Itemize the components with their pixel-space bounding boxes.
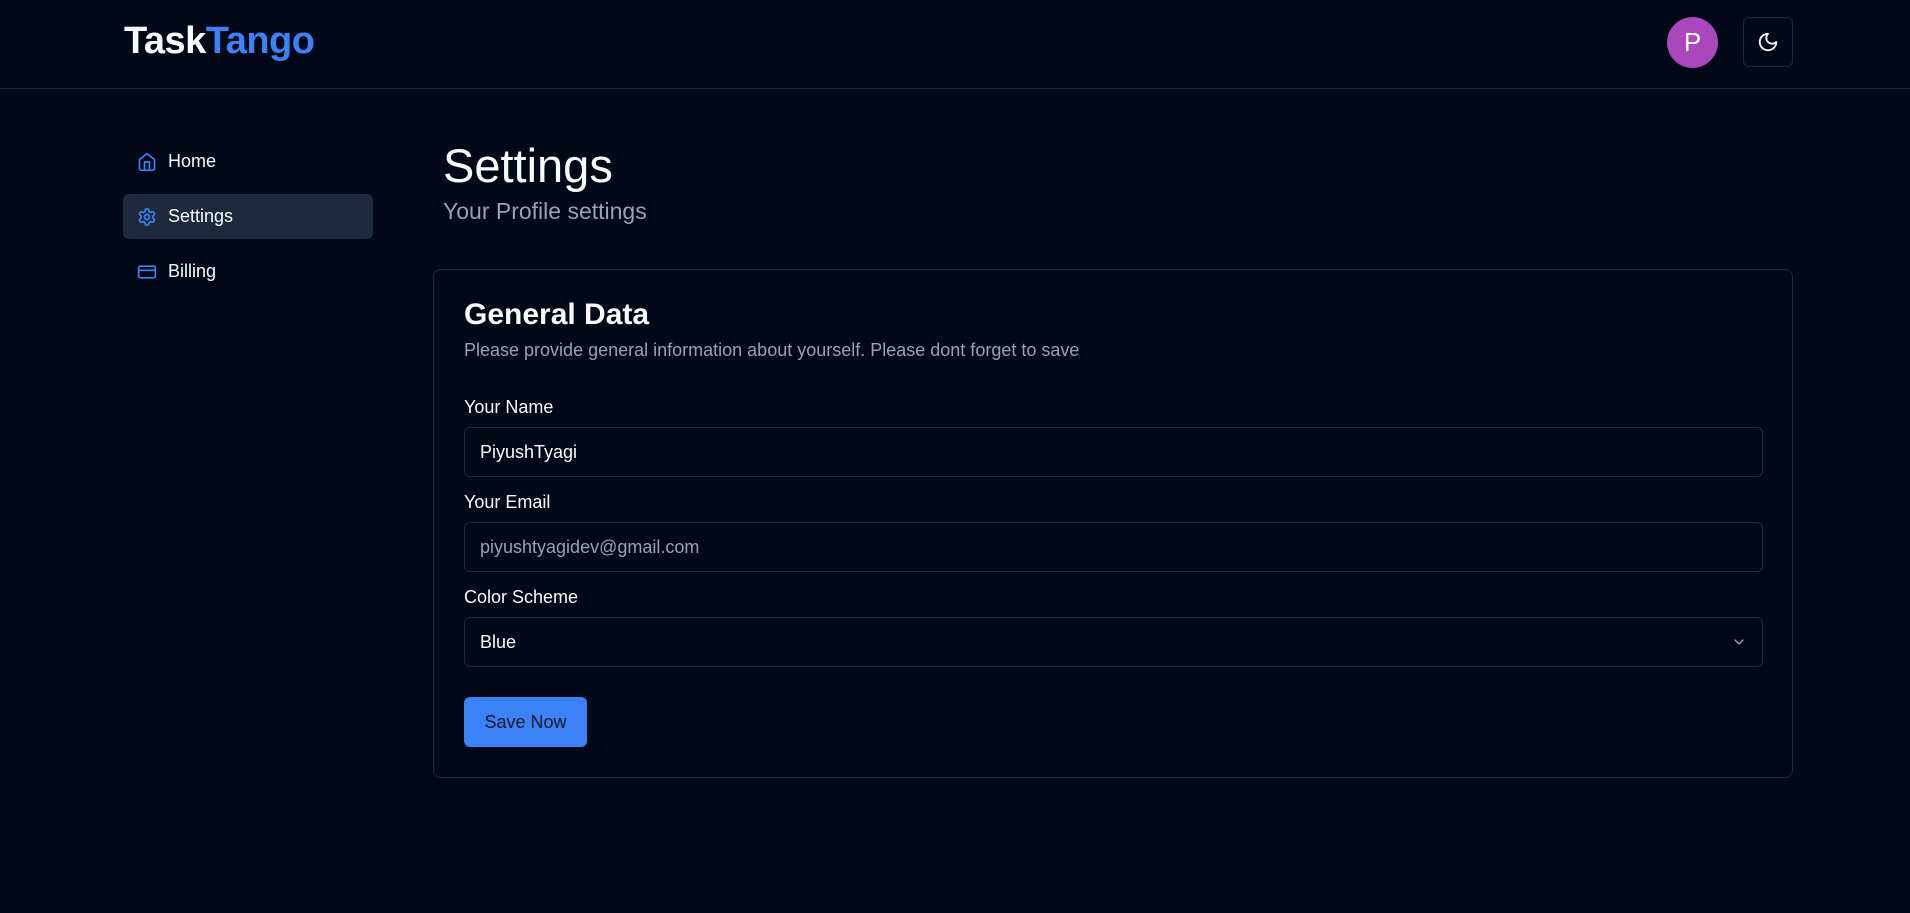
general-data-card: General Data Please provide general info…	[433, 269, 1793, 778]
sidebar-item-settings[interactable]: Settings	[123, 194, 373, 239]
sidebar-item-billing[interactable]: Billing	[123, 249, 373, 294]
card-title: General Data	[464, 298, 650, 331]
sidebar-item-home[interactable]: Home	[123, 139, 373, 184]
color-scheme-label: Color Scheme	[464, 587, 579, 607]
page-title: Settings	[443, 139, 613, 192]
page-subtitle: Your Profile settings	[443, 198, 647, 224]
logo-text-task: Task	[124, 20, 206, 62]
name-label: Your Name	[464, 397, 554, 417]
sidebar-item-label: Home	[168, 151, 217, 171]
sidebar-item-label: Billing	[168, 261, 217, 281]
gear-icon	[137, 207, 157, 227]
home-icon	[137, 152, 157, 172]
card-description: Please provide general information about…	[464, 340, 1080, 360]
color-scheme-select[interactable]: Blue	[464, 617, 1763, 667]
sidebar: Home Settings Billing	[123, 139, 373, 304]
email-input[interactable]	[464, 522, 1763, 572]
email-label: Your Email	[464, 492, 551, 512]
logo-text-tango: Tango	[205, 20, 315, 62]
theme-toggle-button[interactable]	[1743, 17, 1793, 67]
sidebar-item-label: Settings	[168, 206, 234, 226]
name-input[interactable]	[464, 427, 1763, 477]
credit-card-icon	[137, 262, 157, 282]
app-logo[interactable]: TaskTango	[124, 20, 315, 63]
color-scheme-value: Blue	[480, 631, 517, 652]
user-avatar[interactable]: P	[1667, 17, 1718, 68]
moon-icon	[1757, 31, 1779, 53]
save-button[interactable]: Save Now	[464, 697, 587, 747]
chevron-down-icon	[1731, 634, 1747, 650]
top-navigation-bar: TaskTango P	[0, 0, 1910, 89]
